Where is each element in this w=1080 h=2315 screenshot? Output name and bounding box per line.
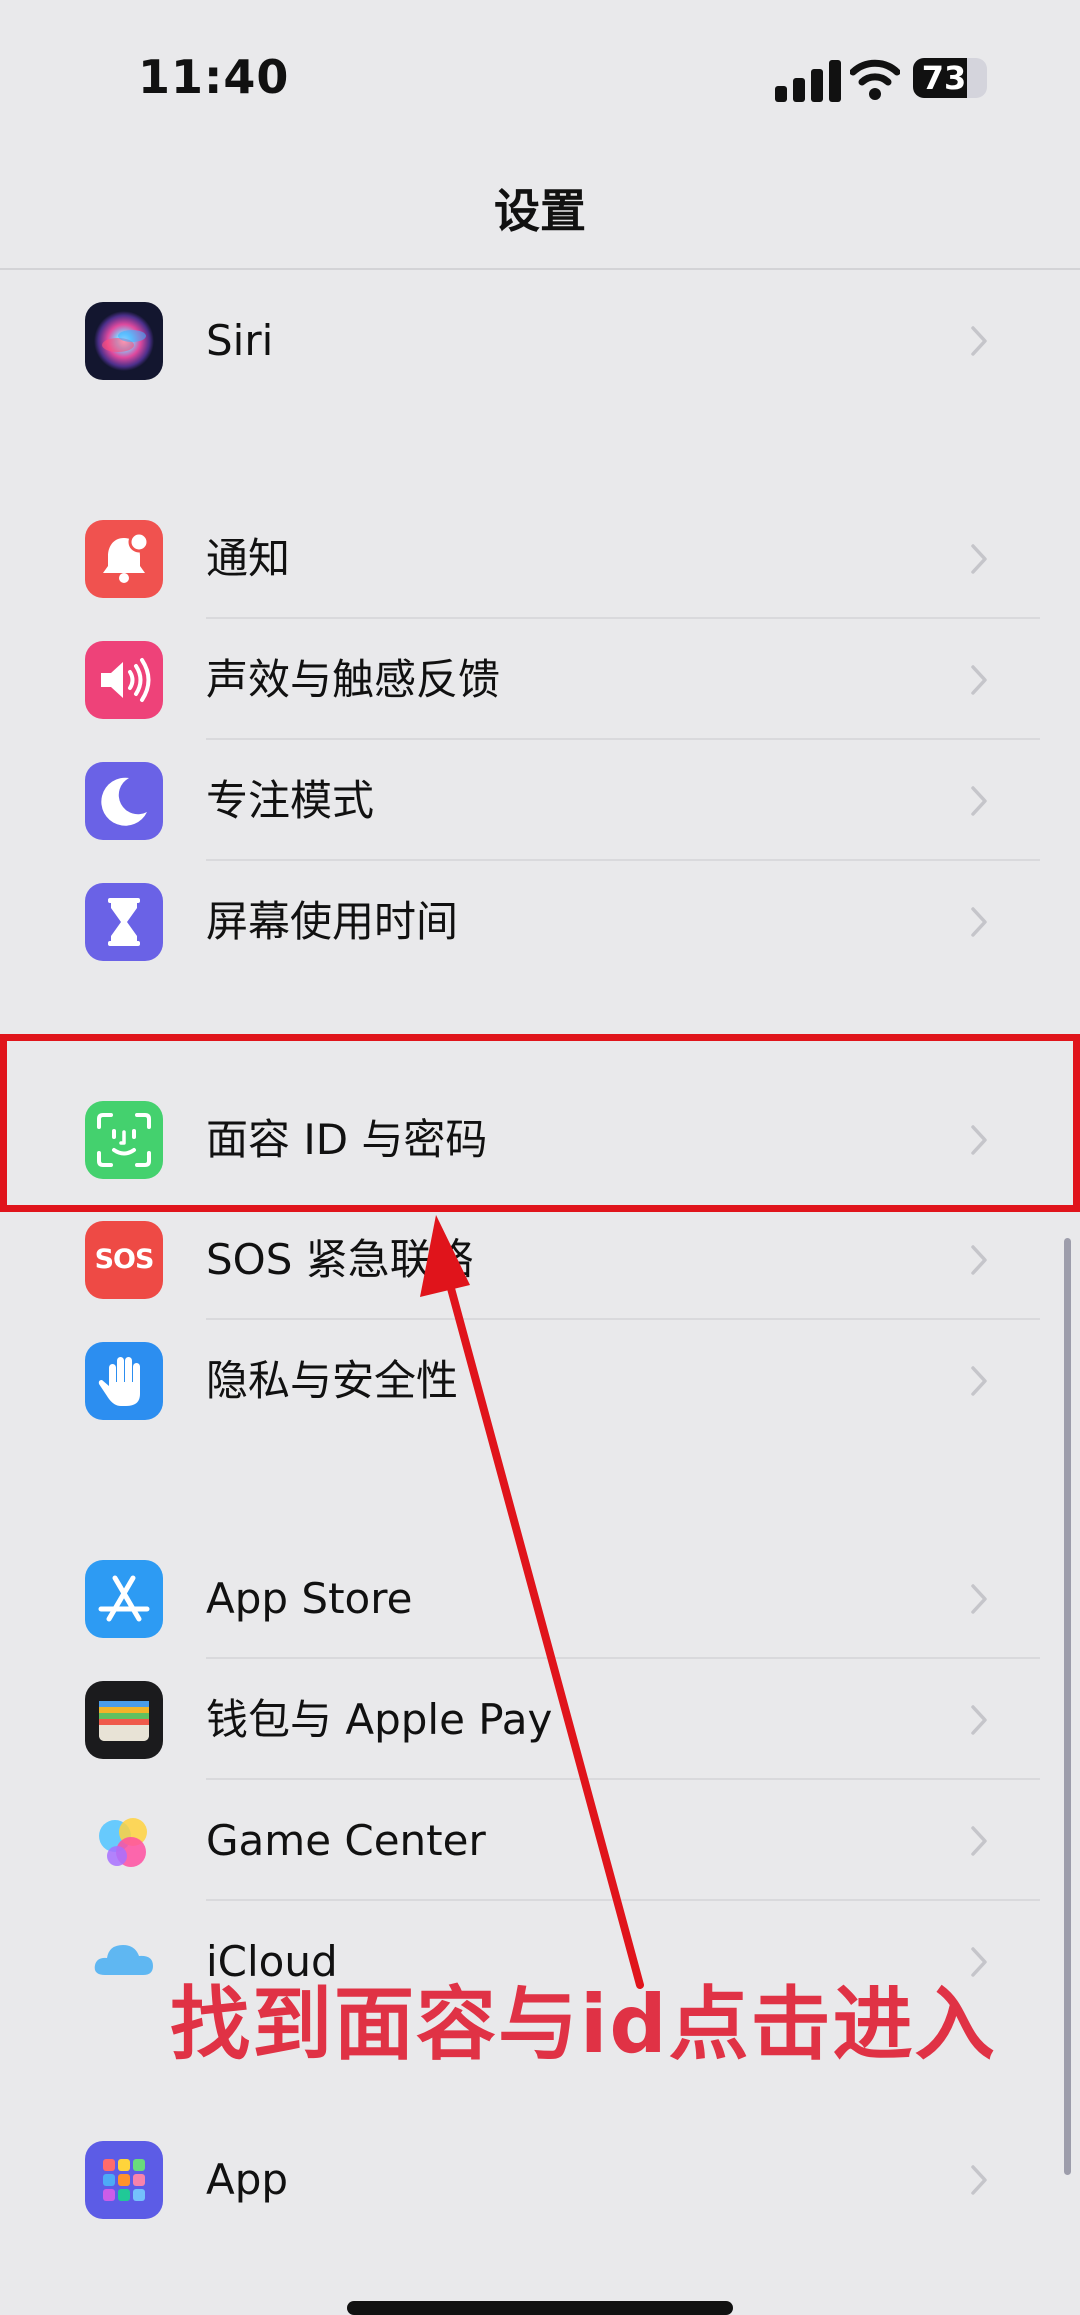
highlight-box xyxy=(0,1034,1080,1212)
settings-row-emergency-sos[interactable]: SOS SOS 紧急联络 xyxy=(0,1200,1080,1320)
chevron-right-icon xyxy=(971,1705,987,1735)
battery-icon: 73 xyxy=(913,58,991,98)
hourglass-icon xyxy=(85,883,163,961)
siri-icon xyxy=(85,302,163,380)
icloud-icon xyxy=(85,1923,163,2001)
settings-row-focus[interactable]: 专注模式 xyxy=(0,741,1080,861)
game-center-label: Game Center xyxy=(206,1816,486,1865)
row-separator xyxy=(206,1899,1040,1901)
status-time: 11:40 xyxy=(138,50,290,104)
chevron-right-icon xyxy=(971,1366,987,1396)
settings-row-app-store[interactable]: App Store xyxy=(0,1539,1080,1659)
nav-divider xyxy=(0,268,1080,270)
notifications-label: 通知 xyxy=(206,534,291,583)
chevron-right-icon xyxy=(971,1826,987,1856)
wallet-icon xyxy=(85,1681,163,1759)
chevron-right-icon xyxy=(971,1245,987,1275)
wallet-apple-pay-label: 钱包与 Apple Pay xyxy=(206,1695,553,1744)
home-indicator[interactable] xyxy=(347,2301,733,2315)
battery-percent: 73 xyxy=(921,59,967,97)
row-separator xyxy=(206,859,1040,861)
app-store-label: App Store xyxy=(206,1574,413,1623)
notifications-bell-icon xyxy=(85,520,163,598)
settings-row-wallet-apple-pay[interactable]: 钱包与 Apple Pay xyxy=(0,1660,1080,1780)
row-separator xyxy=(206,1318,1040,1320)
settings-row-screen-time[interactable]: 屏幕使用时间 xyxy=(0,862,1080,982)
sounds-haptics-label: 声效与触感反馈 xyxy=(206,655,501,704)
settings-row-sounds-haptics[interactable]: 声效与触感反馈 xyxy=(0,620,1080,740)
chevron-right-icon xyxy=(971,326,987,356)
row-separator xyxy=(206,1657,1040,1659)
sos-icon-text: SOS xyxy=(94,1244,155,1275)
settings-row-siri[interactable]: Siri xyxy=(0,281,1080,401)
moon-icon xyxy=(85,762,163,840)
page-title: 设置 xyxy=(494,184,586,238)
screen-time-label: 屏幕使用时间 xyxy=(206,897,459,946)
row-separator xyxy=(206,1778,1040,1780)
apps-grid-icon xyxy=(85,2141,163,2219)
settings-row-notifications[interactable]: 通知 xyxy=(0,499,1080,619)
emergency-sos-label: SOS 紧急联络 xyxy=(206,1235,474,1284)
siri-label: Siri xyxy=(206,316,274,365)
chevron-right-icon xyxy=(971,665,987,695)
annotation-text: 找到面容与id点击进入 xyxy=(170,1978,997,2071)
chevron-right-icon xyxy=(971,1584,987,1614)
scrollbar[interactable] xyxy=(1064,1238,1071,2175)
chevron-right-icon xyxy=(971,786,987,816)
settings-row-game-center[interactable]: Game Center xyxy=(0,1781,1080,1901)
game-center-icon xyxy=(85,1802,163,1880)
settings-row-apps[interactable]: App xyxy=(0,2120,1080,2240)
chevron-right-icon xyxy=(971,544,987,574)
privacy-security-label: 隐私与安全性 xyxy=(206,1356,459,1405)
cellular-signal-icon xyxy=(775,60,841,102)
row-separator xyxy=(206,738,1040,740)
speaker-icon xyxy=(85,641,163,719)
status-bar: 11:40 73 xyxy=(0,0,1080,150)
chevron-right-icon xyxy=(971,2165,987,2195)
sos-icon: SOS xyxy=(85,1221,163,1299)
settings-row-privacy-security[interactable]: 隐私与安全性 xyxy=(0,1321,1080,1441)
app-store-icon xyxy=(85,1560,163,1638)
row-separator xyxy=(206,617,1040,619)
wifi-icon xyxy=(850,59,900,100)
apps-label: App xyxy=(206,2155,289,2204)
focus-label: 专注模式 xyxy=(206,776,375,825)
hand-icon xyxy=(85,1342,163,1420)
chevron-right-icon xyxy=(971,907,987,937)
